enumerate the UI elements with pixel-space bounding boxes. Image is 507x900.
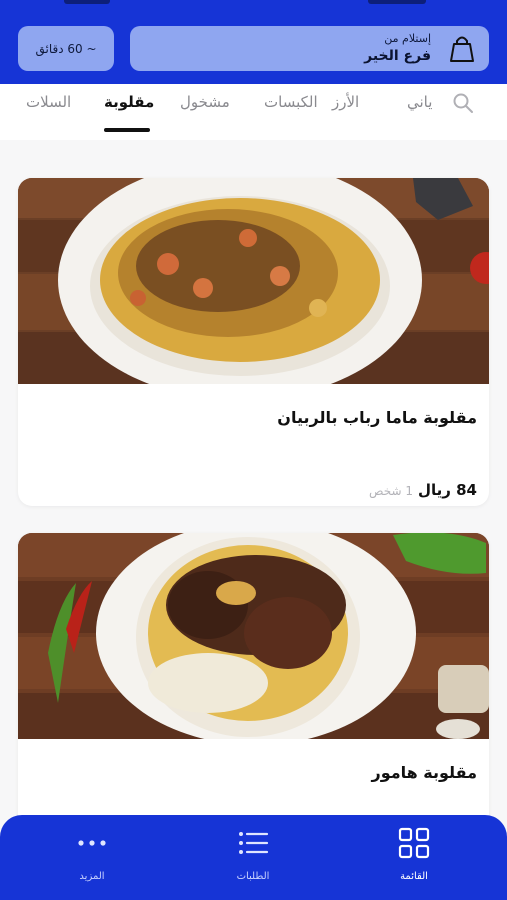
nav-orders[interactable]: الطلبات [208, 827, 298, 887]
nav-orders-label: الطلبات [236, 871, 270, 882]
app-header: ~ 60 دقائق إستلام من فرع الخير [0, 0, 507, 84]
pickup-time-label: ~ 60 دقائق [35, 41, 97, 56]
tab-mashkhoul[interactable]: مشخول [180, 93, 230, 111]
category-tabs: ياني الأرز الكبسات مشخول مقلوبة السلات [0, 84, 507, 140]
status-bar [0, 0, 507, 8]
tab-rice[interactable]: الأرز [332, 93, 359, 111]
pickup-title: إستلام من [384, 32, 431, 45]
active-tab-indicator [104, 128, 150, 132]
pickup-time-chip[interactable]: ~ 60 دقائق [18, 26, 114, 71]
nav-menu-label: القائمة [400, 871, 428, 882]
nav-more-label: المزيد [79, 871, 105, 882]
product-name: مقلوبة ماما رباب بالربيان [277, 408, 477, 427]
pickup-branch-name: فرع الخير [364, 48, 431, 64]
product-name: مقلوبة هامور [371, 763, 477, 782]
product-image [18, 178, 489, 384]
tab-kabsat[interactable]: الكبسات [264, 93, 318, 111]
shopping-bag-icon [450, 36, 474, 62]
tab-bani[interactable]: ياني [407, 93, 432, 111]
nav-menu[interactable]: القائمة [369, 827, 459, 887]
bottom-nav: القائمة الطلبات المزيد [0, 815, 507, 900]
nav-more[interactable]: المزيد [47, 827, 137, 887]
list-icon [239, 832, 269, 854]
pickup-branch-selector[interactable]: إستلام من فرع الخير [130, 26, 489, 71]
more-dots-icon [78, 840, 106, 846]
product-image [18, 533, 489, 739]
product-serves: 1 شخص [369, 484, 413, 498]
tab-salads[interactable]: السلات [26, 93, 71, 111]
tab-maqluba[interactable]: مقلوبة [104, 93, 154, 111]
product-card[interactable]: مقلوبة ماما رباب بالربيان 84 ريال 1 شخص [18, 178, 489, 506]
product-price: 84 ريال [417, 481, 477, 499]
product-card[interactable]: مقلوبة هامور [18, 533, 489, 833]
grid-icon [398, 827, 430, 859]
search-icon[interactable] [452, 92, 474, 114]
